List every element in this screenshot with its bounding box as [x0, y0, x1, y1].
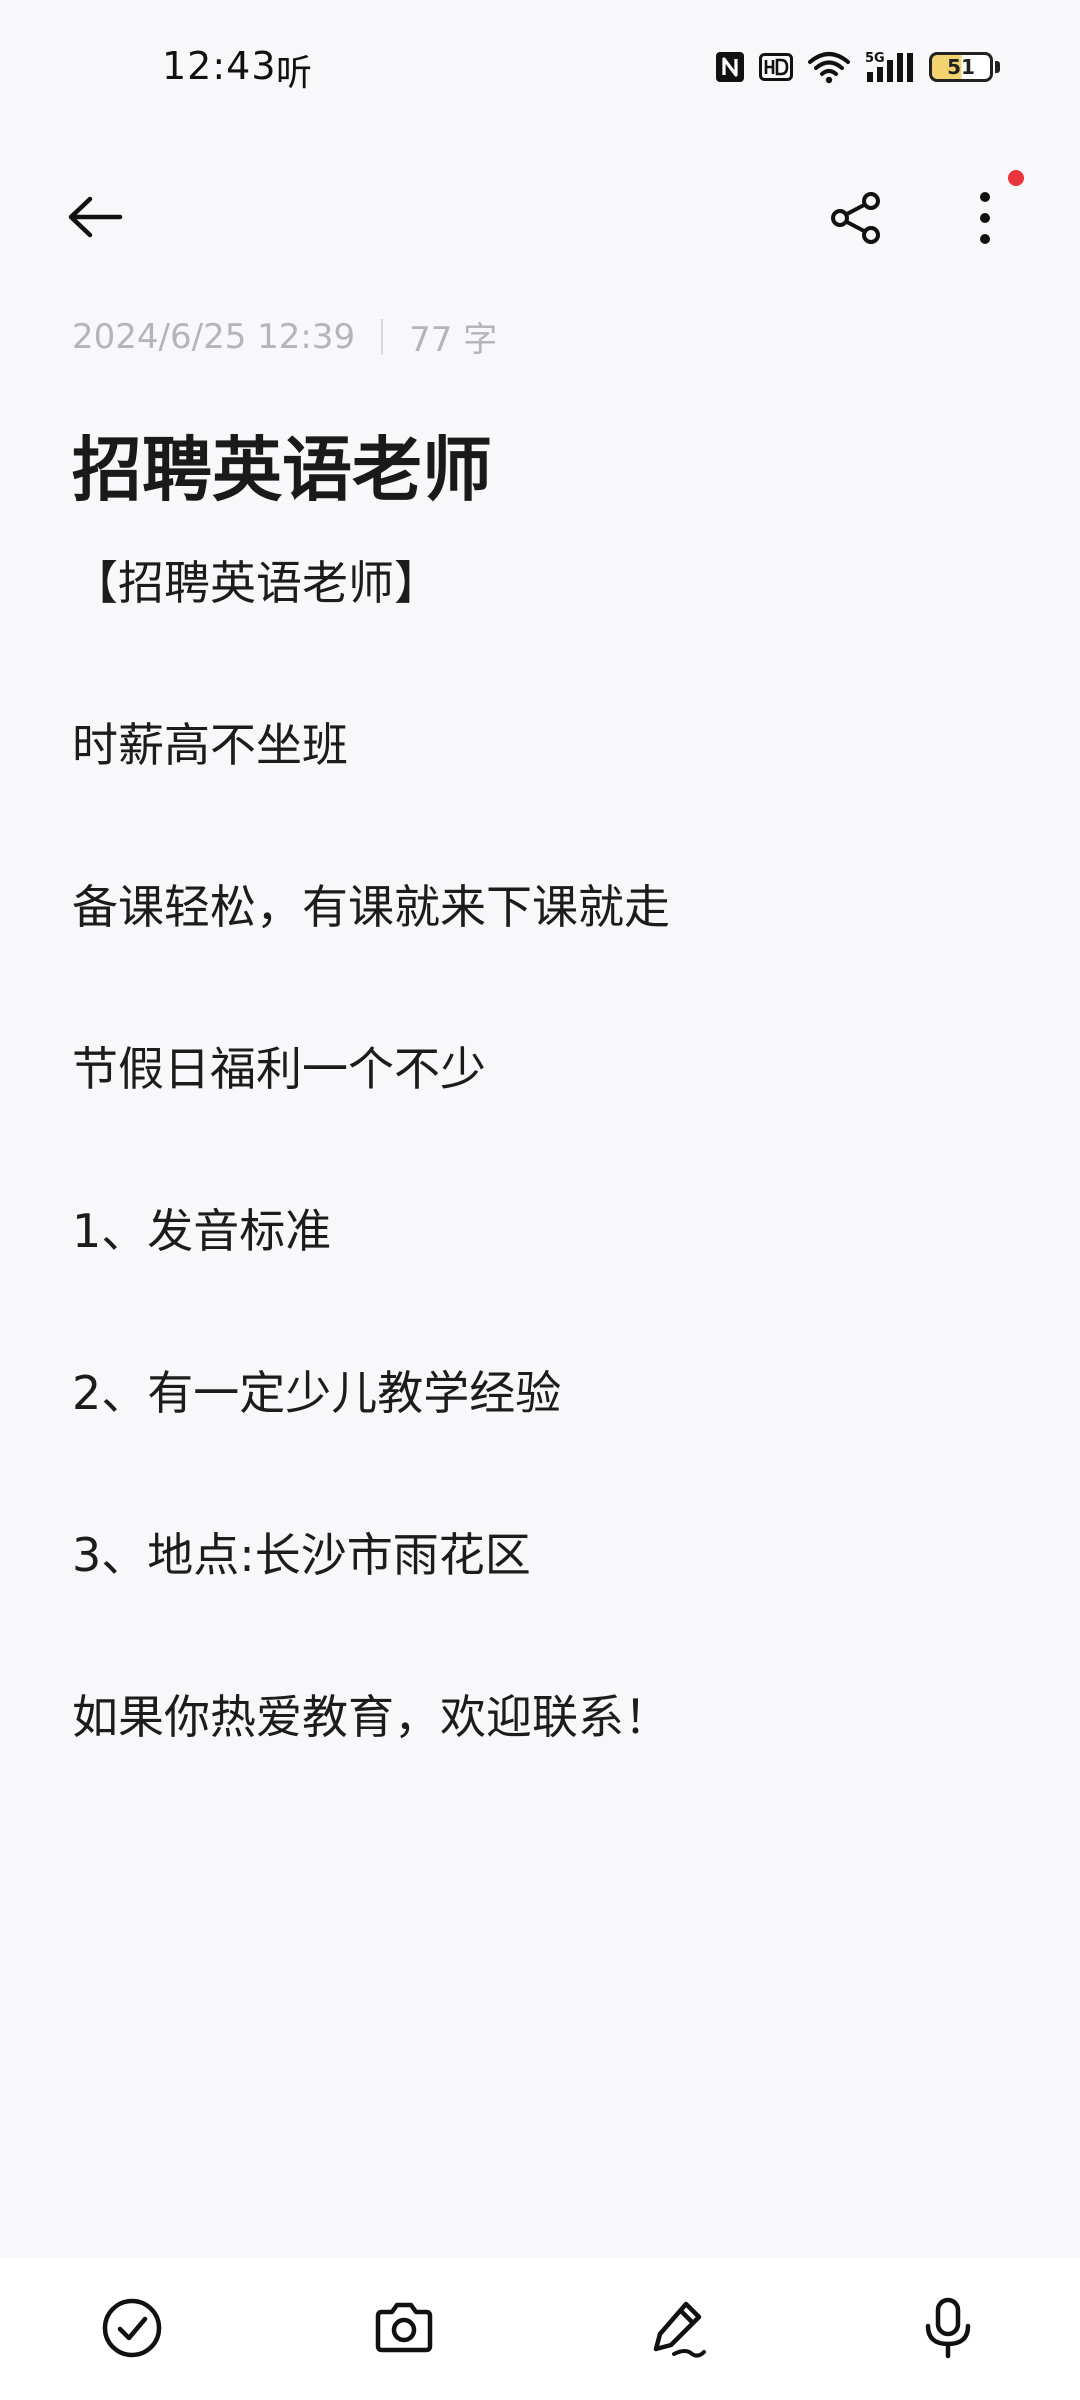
top-toolbar [0, 160, 1080, 270]
note-line: 【招聘英语老师】 [72, 556, 440, 610]
note-line: 节假日福利一个不少 [72, 1042, 486, 1096]
status-time: 12:43 [162, 44, 277, 88]
status-bar: 12:43 听 5G 51 [0, 0, 1080, 130]
battery-tip [995, 61, 1000, 73]
microphone-icon [925, 2297, 971, 2359]
battery-body: 51 [929, 52, 993, 82]
word-count: 77 字 [409, 320, 498, 360]
camera-icon [375, 2302, 433, 2353]
pen-icon [653, 2301, 706, 2358]
notification-dot [1008, 170, 1024, 186]
meta-divider [381, 318, 384, 355]
note-line: 3、地点:长沙市雨花区 [72, 1528, 531, 1582]
note-meta: 2024/6/25 12:39 77 字 [72, 312, 497, 361]
share-button[interactable] [820, 182, 892, 254]
more-vertical-icon [980, 192, 990, 244]
status-icons: 5G 51 [715, 44, 1000, 90]
back-button[interactable] [60, 182, 130, 252]
note-line: 时薪高不坐班 [72, 718, 348, 772]
checklist-icon [102, 2298, 162, 2358]
battery-level: 51 [947, 55, 975, 79]
bottom-toolbar [0, 2258, 1080, 2400]
more-options-button[interactable] [950, 182, 1020, 254]
arrow-left-icon [68, 196, 123, 238]
listen-indicator: 听 [276, 53, 313, 94]
battery-icon: 51 [929, 52, 1000, 82]
note-line: 1、发音标准 [72, 1204, 332, 1258]
voice-input-button[interactable] [910, 2290, 986, 2366]
note-body[interactable]: 【招聘英语老师】 时薪高不坐班 备课轻松，有课就来下课就走 节假日福利一个不少 … [72, 560, 1012, 1856]
share-icon [831, 192, 880, 244]
hd-icon [759, 53, 793, 81]
note-title[interactable]: 招聘英语老师 [72, 432, 492, 509]
svg-text:5G: 5G [865, 51, 885, 66]
note-line: 如果你热爱教育，欢迎联系！ [72, 1690, 670, 1744]
nfc-icon [716, 52, 744, 82]
wifi-icon [808, 52, 850, 84]
handwriting-button[interactable] [640, 2290, 716, 2366]
note-date: 2024/6/25 12:39 [72, 316, 356, 357]
checklist-button[interactable] [94, 2290, 170, 2366]
5g-signal-icon: 5G [865, 51, 913, 82]
camera-button[interactable] [366, 2290, 442, 2366]
note-line: 备课轻松，有课就来下课就走 [72, 880, 670, 934]
note-line: 2、有一定少儿教学经验 [72, 1366, 562, 1420]
